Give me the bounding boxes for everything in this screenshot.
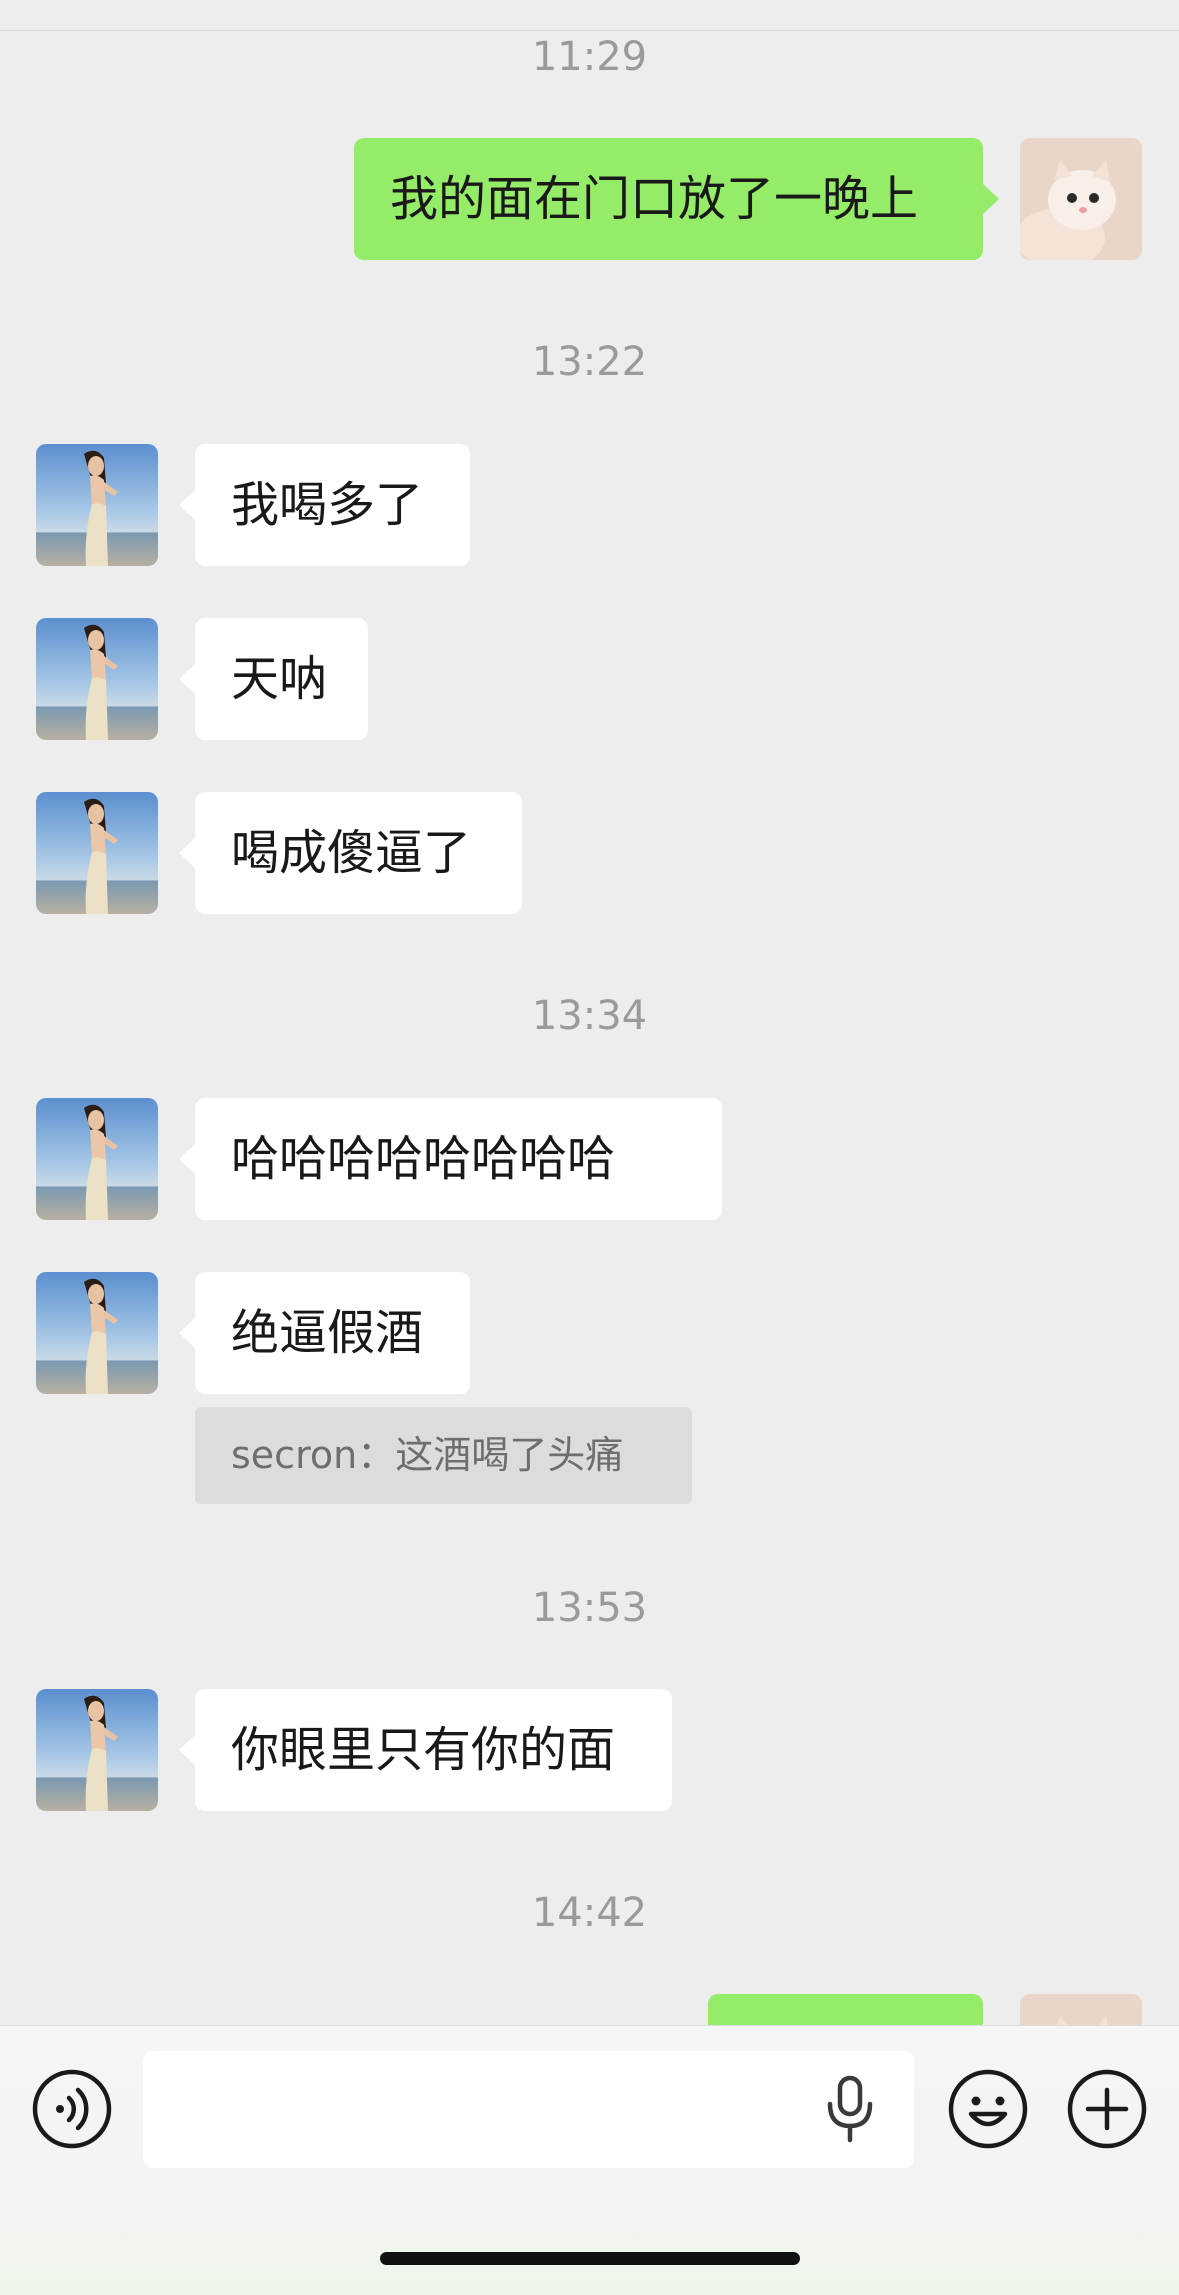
- contact-avatar[interactable]: [36, 618, 158, 740]
- my-avatar[interactable]: [1020, 138, 1142, 260]
- contact-avatar[interactable]: [36, 444, 158, 566]
- voice-icon[interactable]: [31, 2068, 113, 2150]
- outgoing-message[interactable]: [708, 1994, 983, 2025]
- timestamp: 13:22: [531, 339, 648, 385]
- mic-icon[interactable]: [822, 2074, 878, 2144]
- contact-avatar[interactable]: [36, 1689, 158, 1811]
- contact-avatar[interactable]: [36, 792, 158, 914]
- contact-avatar[interactable]: [36, 1272, 158, 1394]
- outgoing-message[interactable]: 我的面在门口放了一晚上: [354, 138, 999, 260]
- message-input[interactable]: [143, 2051, 914, 2168]
- incoming-message[interactable]: 哈哈哈哈哈哈哈哈: [179, 1098, 722, 1220]
- incoming-message[interactable]: 喝成傻逼了: [179, 792, 522, 914]
- timestamp: 14:42: [531, 1890, 648, 1936]
- home-indicator[interactable]: [380, 2252, 800, 2265]
- plus-icon[interactable]: [1066, 2068, 1148, 2150]
- my-avatar[interactable]: [1020, 1994, 1142, 2025]
- divider: [0, 30, 1179, 31]
- incoming-message[interactable]: 绝逼假酒: [179, 1272, 470, 1394]
- timestamp: 13:53: [531, 1585, 648, 1631]
- emoji-icon[interactable]: [947, 2068, 1029, 2150]
- incoming-message[interactable]: 天呐: [179, 618, 368, 740]
- incoming-message[interactable]: 你眼里只有你的面: [179, 1689, 672, 1811]
- chat-area[interactable]: 11:29 我的面在门口放了一晚上 13:22 我喝多了 天呐 喝成傻逼了 13…: [0, 0, 1179, 2025]
- timestamp: 13:34: [531, 993, 648, 1039]
- contact-avatar[interactable]: [36, 1098, 158, 1220]
- timestamp: 11:29: [531, 34, 648, 80]
- quoted-reply[interactable]: secron：这酒喝了头痛: [195, 1407, 692, 1504]
- incoming-message[interactable]: 我喝多了: [179, 444, 470, 566]
